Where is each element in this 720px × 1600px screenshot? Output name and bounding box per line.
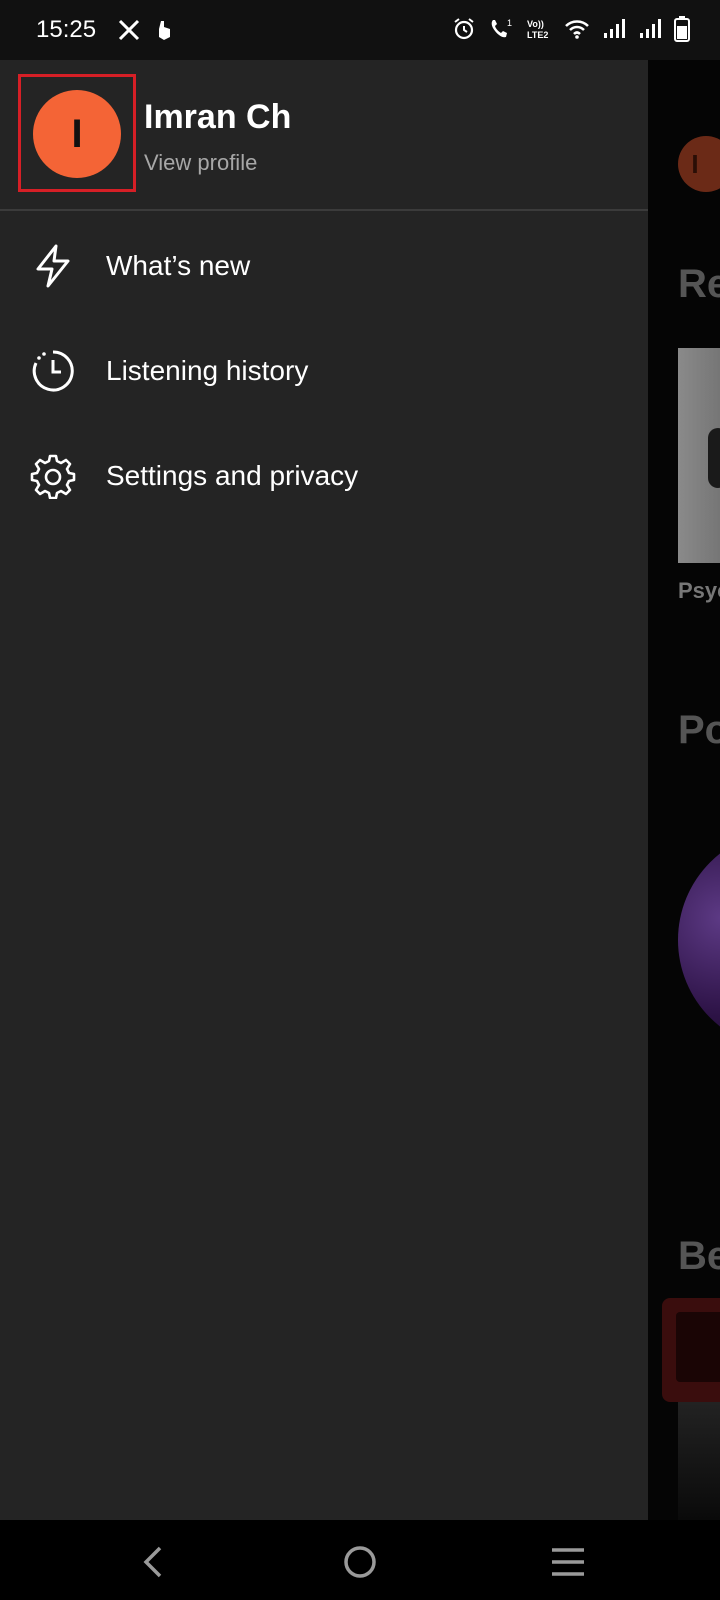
signal-icon xyxy=(602,18,626,40)
call-icon: 1 xyxy=(488,17,514,41)
menu-item-whats-new[interactable]: What’s new xyxy=(0,213,648,318)
screen: I Re Psyc Po Be 15:25 1 Vo))L xyxy=(0,0,720,1600)
x-icon xyxy=(118,19,140,41)
background-strip xyxy=(678,1402,720,1520)
svg-text:1: 1 xyxy=(507,18,512,28)
menu-item-label: Settings and privacy xyxy=(106,459,359,491)
background-mini-player[interactable] xyxy=(662,1298,720,1402)
background-album-art[interactable] xyxy=(678,348,720,563)
history-clock-icon xyxy=(30,348,76,394)
home-icon[interactable] xyxy=(338,1540,382,1584)
view-profile-link[interactable]: View profile xyxy=(144,150,257,176)
status-time: 15:25 xyxy=(36,16,97,43)
avatar[interactable]: I xyxy=(33,90,121,178)
back-icon[interactable] xyxy=(132,1540,176,1584)
background-heading-best: Be xyxy=(678,1234,720,1278)
background-heading-recent: Re xyxy=(678,262,720,306)
status-bar: 15:25 1 Vo)) LTE2 xyxy=(0,0,720,60)
album-art-figure xyxy=(708,428,720,488)
wifi-icon xyxy=(564,18,590,40)
background-heading-popular: Po xyxy=(678,708,720,752)
profile-name[interactable]: Imran Ch xyxy=(144,98,291,137)
battery-icon xyxy=(674,16,690,42)
navigation-drawer: I Imran Ch View profile What’s new Liste… xyxy=(0,60,648,1520)
avatar-highlight-frame: I xyxy=(18,74,136,192)
background-avatar[interactable]: I xyxy=(678,136,720,192)
status-right-icons: 1 Vo)) LTE2 xyxy=(452,16,690,42)
system-navigation-bar xyxy=(0,1520,720,1600)
drawer-menu: What’s new Listening history Settings an… xyxy=(0,213,648,528)
background-caption: Psyc xyxy=(678,578,720,603)
hand-icon xyxy=(156,19,172,41)
menu-item-listening-history[interactable]: Listening history xyxy=(0,318,648,423)
lightning-icon xyxy=(30,243,76,289)
status-left-icons xyxy=(118,19,172,41)
menu-item-label: Listening history xyxy=(106,354,309,386)
signal-icon xyxy=(638,18,662,40)
gear-icon xyxy=(30,453,76,499)
menu-item-settings-privacy[interactable]: Settings and privacy xyxy=(0,423,648,528)
svg-text:LTE2: LTE2 xyxy=(527,30,548,40)
volte-icon: Vo)) LTE2 xyxy=(526,17,552,41)
profile-header[interactable]: I Imran Ch View profile xyxy=(0,60,648,211)
recents-icon[interactable] xyxy=(546,1540,590,1584)
mini-player-thumbnail xyxy=(676,1312,720,1382)
svg-text:Vo)): Vo)) xyxy=(527,19,544,29)
background-artist-image[interactable] xyxy=(678,830,720,1050)
menu-item-label: What’s new xyxy=(106,249,251,281)
alarm-icon xyxy=(452,17,476,41)
